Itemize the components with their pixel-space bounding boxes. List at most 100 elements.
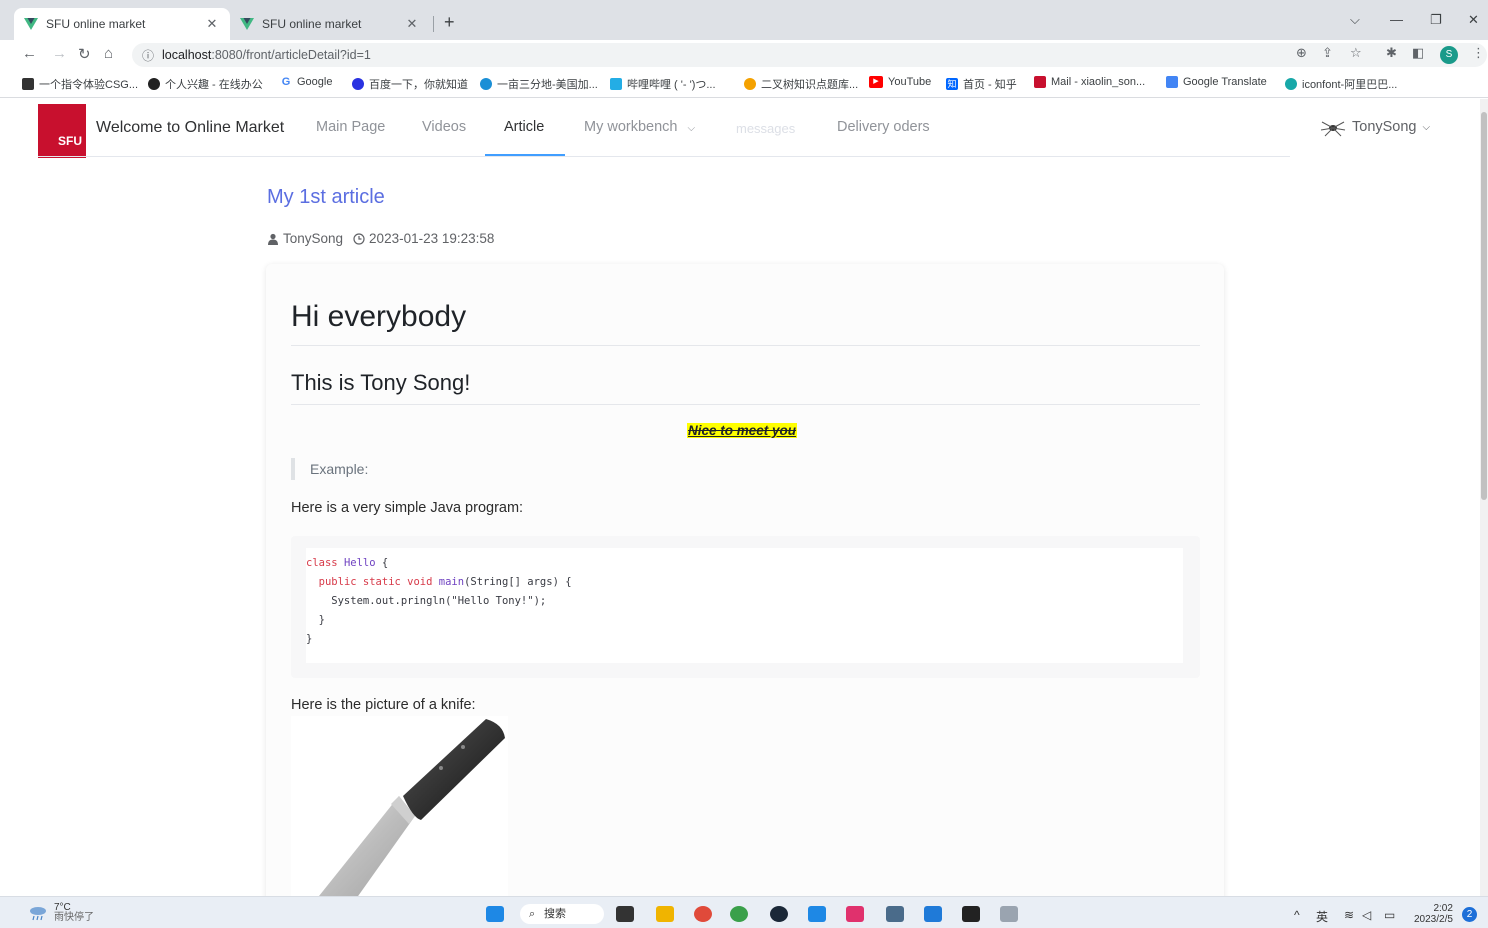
article-body-card: Hi everybody This is Tony Song! Nice to …: [266, 264, 1224, 896]
taskbar-search[interactable]: ⌕ 搜索: [520, 904, 604, 924]
bookmark-item[interactable]: 知首页 - 知乎: [946, 76, 1017, 92]
menu-kebab-icon[interactable]: ⋮: [1472, 45, 1485, 61]
bookmark-star-icon[interactable]: ☆: [1350, 45, 1362, 61]
clock-date: 2023/2/5: [1414, 914, 1453, 925]
steam-icon[interactable]: [770, 906, 788, 922]
app-icon[interactable]: [886, 906, 904, 922]
home-icon[interactable]: ⌂: [104, 45, 113, 62]
heading-divider: [291, 404, 1200, 405]
battery-icon[interactable]: ▭: [1384, 908, 1395, 922]
article-title: My 1st article: [267, 186, 385, 208]
terminal-icon[interactable]: [962, 906, 980, 922]
system-clock[interactable]: 2:02 2023/2/5: [1414, 903, 1453, 925]
bookmark-item[interactable]: iconfont-阿里巴巴...: [1285, 76, 1397, 92]
close-icon[interactable]: ✕: [404, 16, 420, 32]
site-info-icon[interactable]: ⓘ: [142, 47, 154, 64]
bookmark-label: 个人兴趣 - 在线办公: [165, 79, 263, 91]
rain-cloud-icon: [30, 907, 46, 921]
code-line: System.out.pringln("Hello Tony!");: [306, 595, 547, 607]
app-icon[interactable]: [1000, 906, 1018, 922]
restore-icon[interactable]: ❐: [1430, 12, 1442, 28]
code-line: }: [306, 633, 313, 645]
mail-icon: [1034, 76, 1046, 88]
forward-icon[interactable]: →: [52, 45, 67, 62]
bookmark-item[interactable]: 一个指令体验CSG...: [22, 76, 138, 92]
nav-item-main-page[interactable]: Main Page: [316, 119, 385, 135]
weather-desc: 雨快停了: [54, 912, 94, 923]
iconfont-icon: [1285, 78, 1297, 90]
browser-tab-inactive[interactable]: SFU online market ✕: [230, 8, 430, 40]
bookmark-item[interactable]: Mail - xiaolin_son...: [1034, 76, 1145, 88]
url-text: localhost:8080/front/articleDetail?id=1: [162, 48, 371, 62]
notification-badge[interactable]: 2: [1462, 907, 1477, 922]
highlighted-text: Nice to meet you: [687, 423, 798, 438]
user-avatar-icon: [1320, 121, 1346, 137]
article-author: TonySong: [283, 231, 344, 246]
back-icon[interactable]: ←: [22, 45, 37, 62]
nav-item-delivery-orders[interactable]: Delivery oders: [837, 119, 930, 135]
extensions-icon[interactable]: ✱: [1386, 45, 1397, 61]
nav-item-my-workbench[interactable]: My workbench ⌵: [584, 119, 695, 135]
wechat-icon[interactable]: [730, 906, 748, 922]
reload-icon[interactable]: ↻: [78, 45, 91, 63]
article-heading-2: This is Tony Song!: [291, 370, 471, 395]
side-panel-icon[interactable]: ◧: [1412, 45, 1424, 61]
bookmark-favicon-icon: [148, 78, 160, 90]
app-icon[interactable]: [808, 906, 826, 922]
close-icon[interactable]: ✕: [204, 16, 220, 32]
bookmark-item[interactable]: 百度一下，你就知道: [352, 76, 468, 92]
bookmark-item[interactable]: 二叉树知识点题库...: [744, 76, 858, 92]
bookmark-favicon-icon: [22, 78, 34, 90]
nav-item-videos[interactable]: Videos: [422, 119, 466, 135]
paragraph: Here is a very simple Java program:: [291, 500, 524, 516]
input-language[interactable]: 英: [1316, 908, 1328, 925]
blockquote: Example:: [291, 458, 368, 480]
minimize-icon[interactable]: —: [1390, 12, 1403, 27]
task-view-icon[interactable]: [616, 906, 634, 922]
bookmark-item[interactable]: Google Translate: [1166, 76, 1267, 88]
article-date: 2023-01-23 19:23:58: [369, 231, 495, 246]
bookmark-favicon-icon: [744, 78, 756, 90]
bookmark-label: 百度一下，你就知道: [369, 79, 468, 91]
address-toolbar: ← → ↻ ⌂ ⓘ localhost:8080/front/articleDe…: [0, 40, 1488, 70]
tab-search-chevron-icon[interactable]: ⌵: [1350, 12, 1360, 28]
sfu-logo[interactable]: SFU: [38, 104, 86, 158]
share-icon[interactable]: ⇪: [1322, 45, 1333, 61]
bookmark-label: YouTube: [888, 76, 932, 88]
paragraph: Here is the picture of a knife:: [291, 697, 476, 713]
nav-divider: [38, 156, 1290, 157]
file-explorer-icon[interactable]: [656, 906, 674, 922]
bookmark-item[interactable]: 一亩三分地-美国加...: [480, 76, 598, 92]
chevron-down-icon: ⌵: [1422, 121, 1431, 133]
nav-item-article[interactable]: Article: [504, 119, 544, 135]
bookmark-label: iconfont-阿里巴巴...: [1302, 79, 1398, 91]
start-windows-icon[interactable]: [486, 906, 504, 922]
user-menu[interactable]: TonySong ⌵: [1320, 117, 1430, 137]
weather-widget[interactable]: 7°C 雨快停了: [28, 903, 94, 923]
tab-title: SFU online market: [46, 17, 146, 31]
new-tab-button[interactable]: +: [444, 12, 455, 33]
tray-chevron-icon[interactable]: ^: [1294, 908, 1300, 922]
zoom-icon[interactable]: ⊕: [1296, 45, 1307, 61]
bookmark-label: Mail - xiaolin_son...: [1051, 76, 1146, 88]
vue-logo-icon: [24, 18, 38, 30]
jetbrains-icon[interactable]: [846, 906, 864, 922]
profile-avatar[interactable]: S: [1440, 46, 1458, 64]
scrollbar-thumb[interactable]: [1481, 112, 1487, 500]
article-meta: TonySong 2023-01-23 19:23:58: [267, 231, 494, 246]
url-bar[interactable]: ⓘ localhost:8080/front/articleDetail?id=…: [132, 43, 1487, 67]
bookmark-item[interactable]: 哔哩哔哩 ( '- ')つ...: [610, 76, 716, 92]
volume-icon[interactable]: ◁: [1362, 908, 1371, 922]
bookmark-label: 首页 - 知乎: [963, 79, 1017, 91]
bookmark-item[interactable]: ▶ YouTube: [869, 76, 931, 88]
bookmark-item[interactable]: 个人兴趣 - 在线办公: [148, 76, 263, 92]
code-line: }: [306, 614, 325, 626]
wifi-icon[interactable]: ≋: [1344, 908, 1354, 922]
bookmark-item[interactable]: G Google: [280, 76, 333, 88]
google-icon: G: [281, 76, 291, 88]
clock-icon: [353, 232, 365, 245]
chrome-icon[interactable]: [694, 906, 712, 922]
browser-tab-active[interactable]: SFU online market ✕: [14, 8, 230, 40]
vscode-icon[interactable]: [924, 906, 942, 922]
window-close-icon[interactable]: ✕: [1468, 12, 1479, 28]
